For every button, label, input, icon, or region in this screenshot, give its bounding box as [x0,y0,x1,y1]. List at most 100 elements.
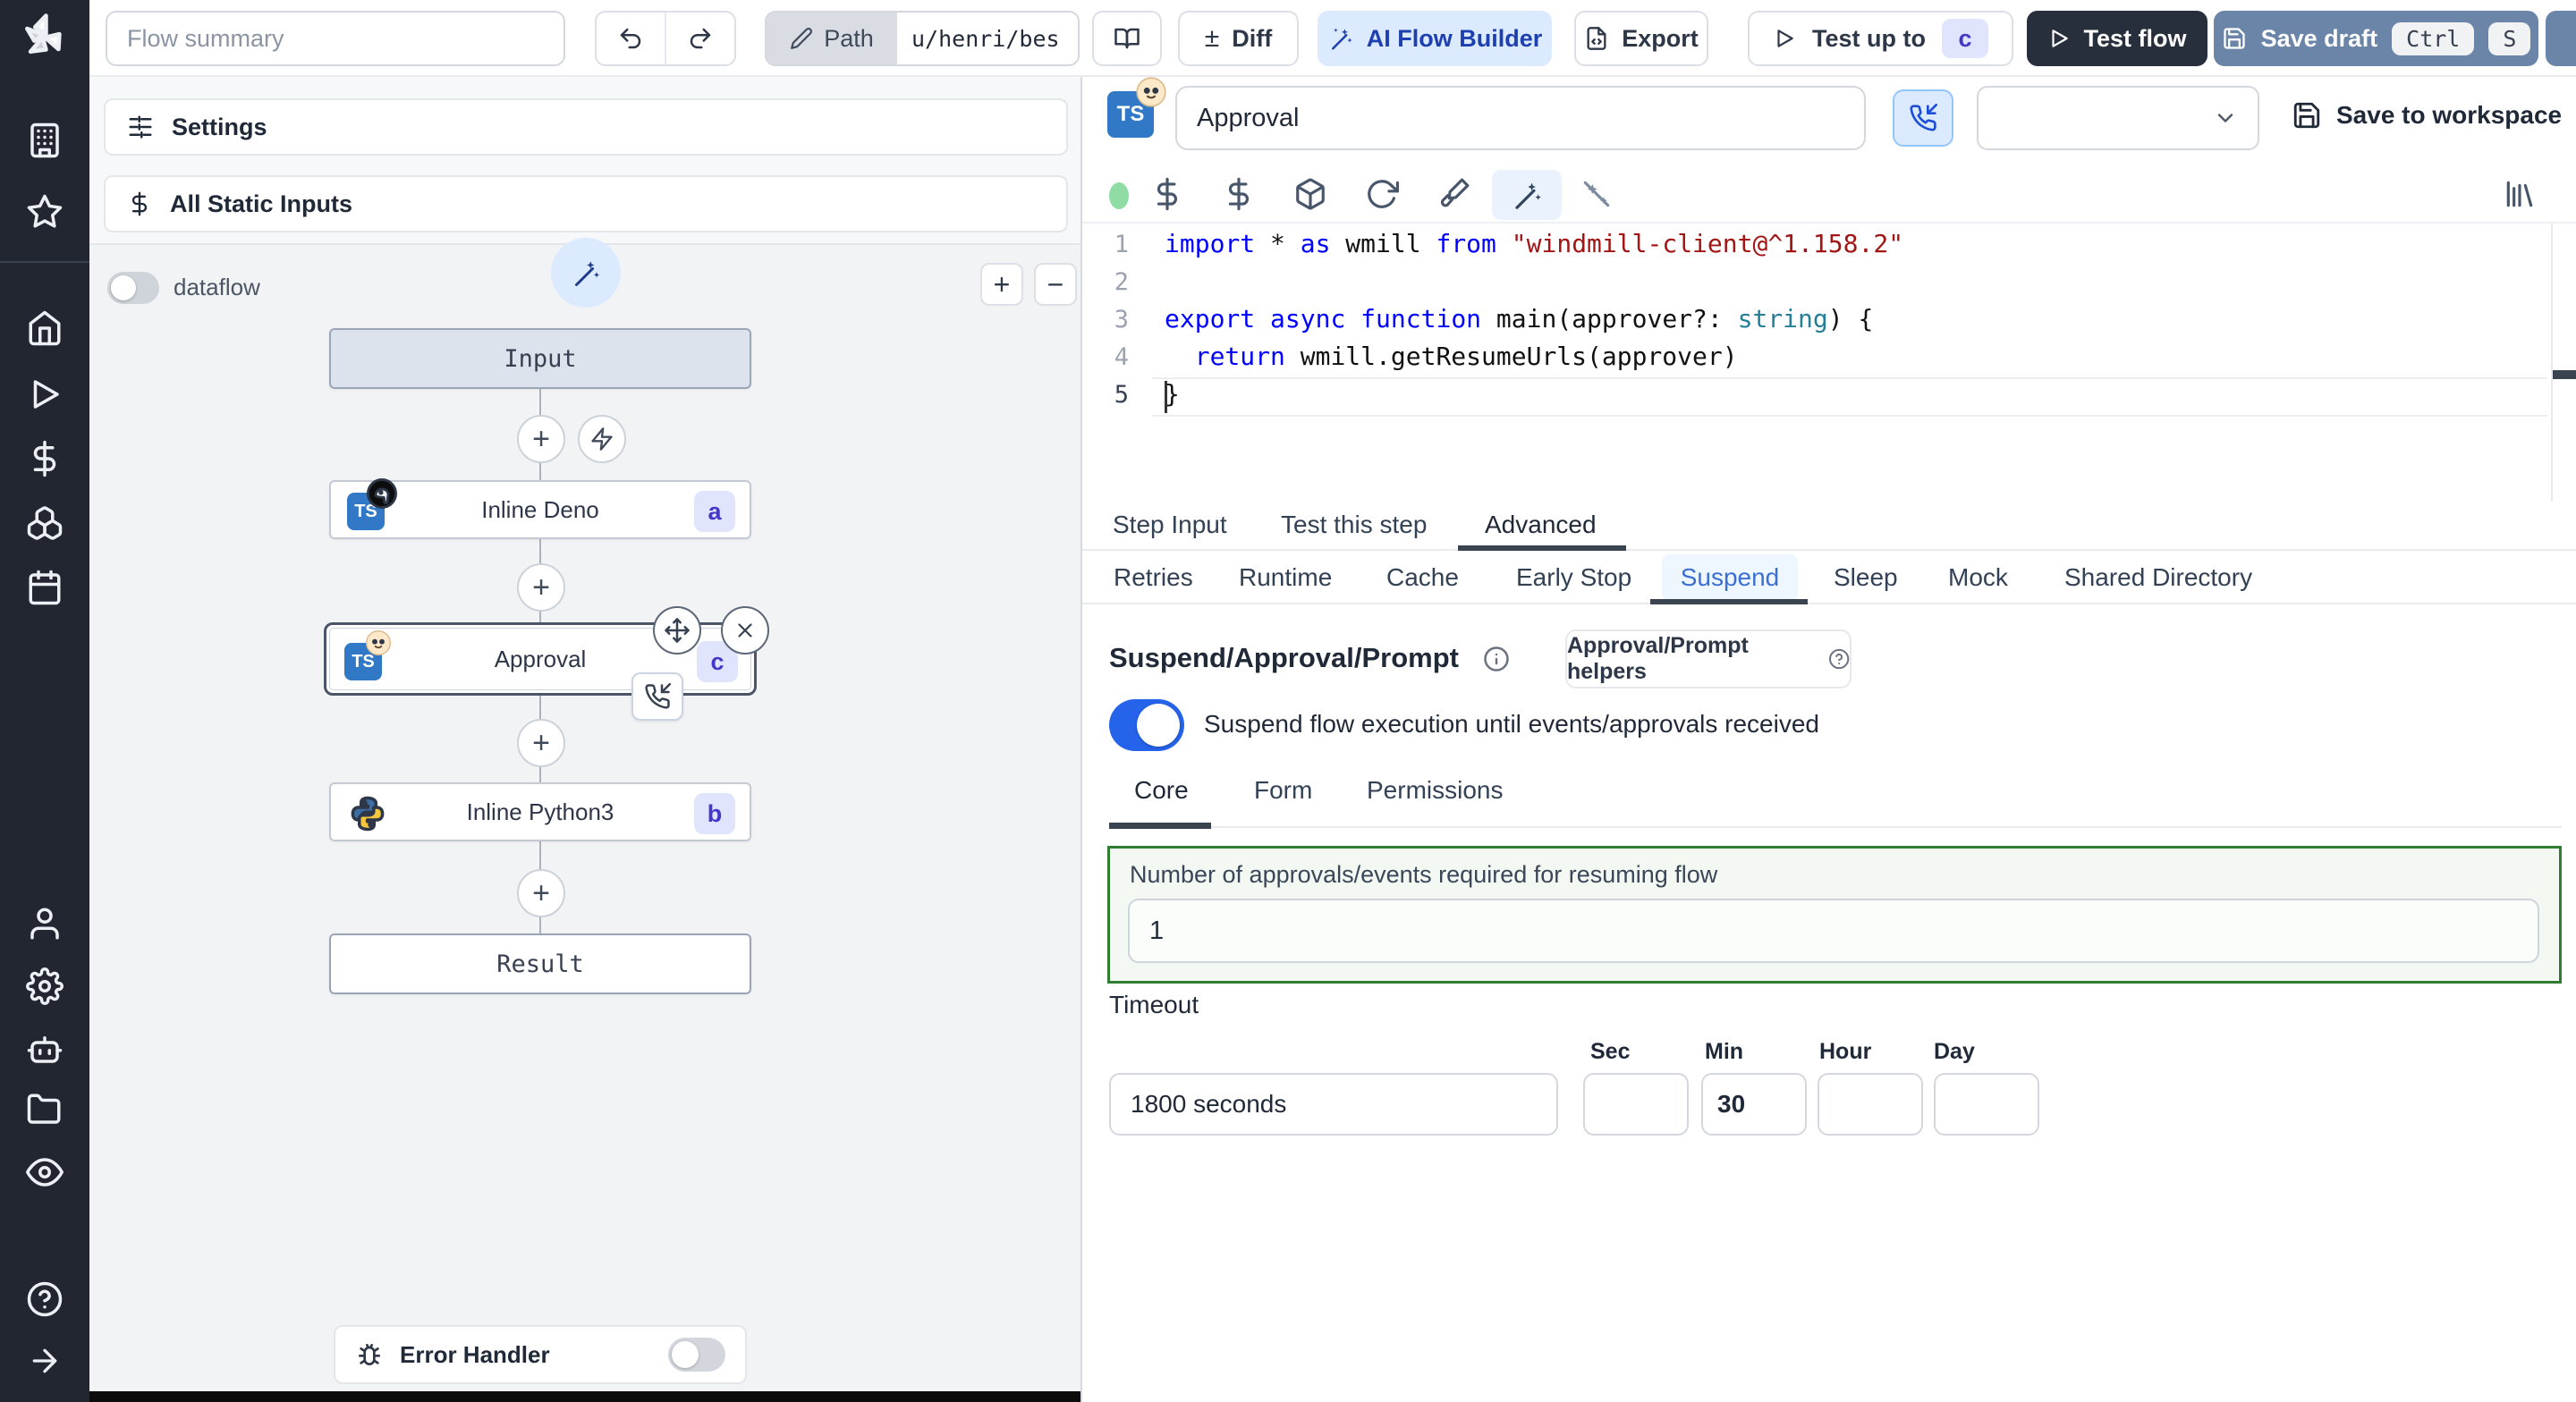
ai-step-wand-button[interactable] [551,238,621,308]
ai-flow-builder-button[interactable]: AI Flow Builder [1318,11,1552,66]
save-to-workspace-button[interactable]: Save to workspace [2292,100,2562,131]
sidebar-item-folders[interactable] [0,1091,89,1128]
reload-button[interactable] [1365,177,1399,211]
package-button[interactable] [1293,177,1327,211]
library-button[interactable] [2503,177,2537,211]
add-resource-button[interactable] [1222,177,1256,211]
move-step-button[interactable] [653,606,701,655]
flow-node-inline-python[interactable]: Inline Python3 b [329,782,751,841]
tab-retries[interactable]: Retries [1114,563,1193,592]
delete-step-button[interactable] [721,606,769,655]
step-name-input[interactable] [1175,86,1866,150]
error-handler-toggle[interactable] [668,1338,725,1372]
error-handler-row[interactable]: Error Handler [334,1325,747,1384]
tab-suspend-active[interactable]: Suspend [1662,554,1798,601]
test-up-to-button[interactable]: Test up to c [1748,11,2013,66]
approvals-required-input[interactable] [1128,899,2539,963]
timeout-total-input[interactable] [1109,1073,1558,1136]
diff-button[interactable]: ± Diff [1178,11,1299,66]
zoom-in-button[interactable]: + [980,263,1023,306]
sidebar-item-home[interactable] [0,309,89,347]
approval-prompt-helpers-button[interactable]: Approval/Prompt helpers [1565,629,1852,688]
redo-button[interactable] [666,13,734,64]
sidebar-item-workers[interactable] [0,1030,89,1068]
path-group[interactable]: Path u/henri/bes [765,11,1080,66]
sidebar-item-runs[interactable] [0,376,89,413]
tab-mock[interactable]: Mock [1948,563,2008,592]
export-button[interactable]: Export [1574,11,1708,66]
path-value[interactable]: u/henri/bes [897,13,1078,64]
kbd-s: S [2488,21,2531,55]
info-icon[interactable] [1483,646,1510,672]
tab-step-input[interactable]: Step Input [1113,511,1227,539]
flow-settings-button[interactable]: Settings [104,98,1068,156]
add-step-button[interactable]: + [517,415,565,463]
dataflow-toggle[interactable] [107,272,159,304]
add-variable-button[interactable] [1150,177,1184,211]
docs-button[interactable] [1092,11,1162,66]
approvals-required-label: Number of approvals/events required for … [1130,861,1718,888]
save-draft-button[interactable]: Save draft Ctrl S [2214,11,2538,66]
sidebar-expand-icon[interactable] [0,1343,89,1379]
unit-label-day: Day [1934,1039,1975,1064]
sidebar-item-schedules[interactable] [0,569,89,606]
tab-sleep[interactable]: Sleep [1834,563,1898,592]
undo-button[interactable] [597,13,666,64]
sidebar-item-settings[interactable] [0,967,89,1005]
phone-incoming-icon [645,683,671,709]
suspend-enabled-toggle[interactable] [1109,699,1184,751]
flow-graph-canvas[interactable]: dataflow + − Input + TS Inline Deno a + … [89,238,1080,1402]
timeout-hour-input[interactable] [1818,1073,1923,1136]
deploy-button-partial[interactable] [2546,11,2576,66]
template-select[interactable] [1977,86,2259,150]
windmill-flow-editor: Path u/henri/bes ± Diff AI Flow Builder … [0,0,2576,1402]
sidebar-item-users[interactable] [0,905,89,942]
suspend-toggle-label: Suspend flow execution until events/appr… [1204,710,1819,738]
flow-node-inline-deno[interactable]: TS Inline Deno a [329,478,751,539]
flow-panel: Settings All Static Inputs dataflow + − … [89,77,1082,1402]
tab-shared-directory[interactable]: Shared Directory [2064,563,2252,592]
flow-node-result[interactable]: Result [329,933,751,994]
add-step-button[interactable]: + [517,719,565,767]
tab-form[interactable]: Form [1254,776,1312,805]
flow-node-input[interactable]: Input [329,328,751,389]
windmill-logo-icon[interactable] [0,11,89,61]
ai-off-button[interactable] [1580,177,1614,211]
sidebar-item-workspace[interactable] [0,122,89,159]
tab-early-stop[interactable]: Early Stop [1516,563,1631,592]
unit-label-hour: Hour [1819,1039,1872,1064]
suspend-step-indicator[interactable] [631,672,683,721]
tab-runtime[interactable]: Runtime [1239,563,1332,592]
sidebar-item-variables[interactable] [0,440,89,477]
all-static-inputs-button[interactable]: All Static Inputs [104,175,1068,232]
dollar-icon [1157,177,1177,211]
test-up-to-step-badge: c [1941,19,1988,58]
tab-cache[interactable]: Cache [1386,563,1459,592]
add-step-button[interactable]: + [517,563,565,612]
flow-summary-input[interactable] [106,11,565,66]
timeout-sec-input[interactable] [1583,1073,1689,1136]
sidebar-item-audit-logs[interactable] [0,1153,89,1191]
play-icon [2052,30,2069,47]
code-editor[interactable]: 1 2 3 4 5 import * as wmill from "windmi… [1082,222,2576,502]
tab-core[interactable]: Core [1134,776,1189,805]
timeout-day-input[interactable] [1934,1073,2039,1136]
sidebar-item-resources[interactable] [0,504,89,542]
tab-advanced[interactable]: Advanced [1485,511,1597,539]
tab-test-this-step[interactable]: Test this step [1281,511,1427,539]
suspend-toggle-button[interactable] [1893,89,1953,147]
test-flow-button[interactable]: Test flow [2027,11,2207,66]
add-step-button[interactable]: + [517,869,565,917]
add-trigger-button[interactable] [578,415,626,463]
code-line-1: import * as wmill from "windmill-client@… [1165,229,1904,258]
format-button[interactable] [1436,177,1470,211]
ai-assist-button[interactable] [1492,170,1562,220]
tab-permissions[interactable]: Permissions [1367,776,1503,805]
sidebar-item-help[interactable] [0,1280,89,1318]
sidebar-item-favorites[interactable] [0,193,89,231]
timeout-min-input[interactable] [1701,1073,1807,1136]
save-icon [2223,28,2245,49]
sliders-icon [129,115,152,139]
zoom-out-button[interactable]: − [1034,263,1077,306]
help-circle-icon [1828,648,1849,670]
